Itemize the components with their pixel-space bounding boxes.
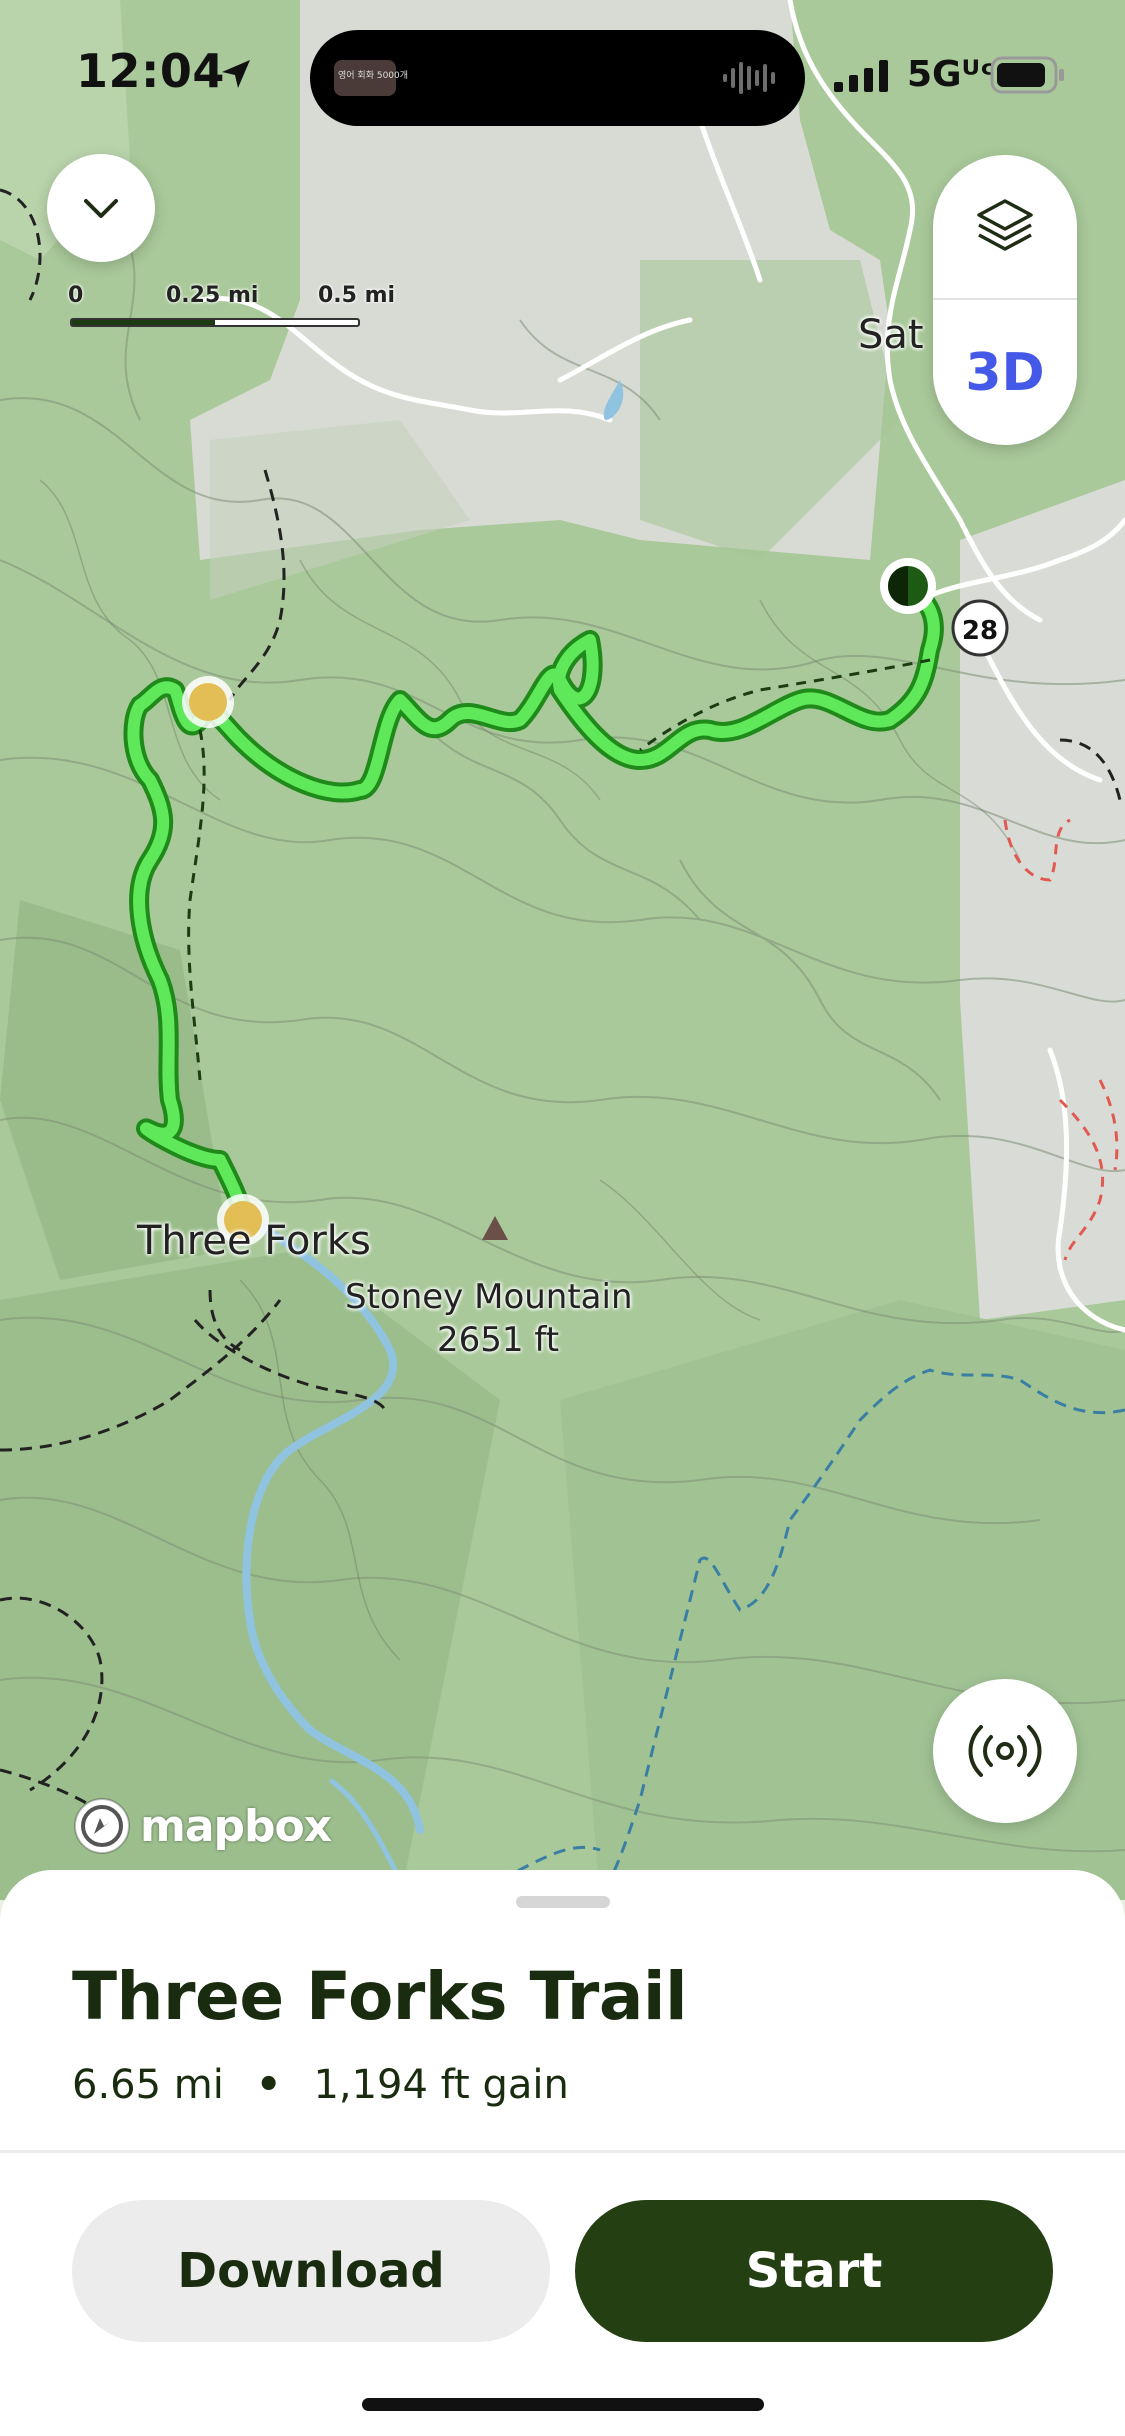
place-label-partial-town: Sat xyxy=(858,312,924,358)
map-layers-button[interactable] xyxy=(933,155,1077,298)
sheet-divider xyxy=(0,2150,1125,2153)
start-button[interactable]: Start xyxy=(575,2200,1053,2342)
audio-waveform-icon xyxy=(723,62,775,94)
location-tracking-button[interactable] xyxy=(933,1679,1077,1823)
location-arrow-icon xyxy=(222,60,250,88)
mapbox-wordmark: mapbox xyxy=(140,1800,332,1852)
network-type: 5Gᵁᶜ xyxy=(907,54,995,95)
route-shield-label: 28 xyxy=(962,616,998,646)
layers-icon xyxy=(977,198,1033,251)
scale-label: 0.25 mi xyxy=(166,283,259,308)
home-indicator[interactable] xyxy=(362,2398,764,2411)
trail-stats: 6.65 mi • 1,194 ft gain xyxy=(72,2062,569,2108)
chevron-down-icon xyxy=(84,199,118,218)
broadcast-location-icon xyxy=(968,1725,1042,1777)
scale-label: 0 xyxy=(68,283,84,308)
trail-elevation-gain: 1,194 ft gain xyxy=(313,2062,569,2108)
mapbox-logo-icon xyxy=(74,1798,130,1854)
collapse-map-button[interactable] xyxy=(47,154,155,262)
waypoint-marker[interactable] xyxy=(182,676,234,728)
place-label-three-forks: Three Forks xyxy=(137,1218,371,1264)
battery-icon xyxy=(990,56,1064,94)
status-time: 12:04 xyxy=(76,44,225,98)
sheet-grabber[interactable] xyxy=(516,1896,610,1908)
trail-distance: 6.65 mi xyxy=(72,2062,224,2108)
mapbox-logo[interactable]: mapbox xyxy=(72,1795,332,1857)
trail-bottom-sheet: Three Forks Trail 6.65 mi • 1,194 ft gain … xyxy=(0,1870,1125,2436)
map-controls-stack: 3D xyxy=(933,155,1077,445)
place-label-stoney-mountain: Stoney Mountain xyxy=(345,1277,633,1317)
now-playing-thumbnail: 영어 회화 5000개 xyxy=(334,60,408,96)
peak-elevation: 2651 ft xyxy=(437,1320,560,1360)
trail-title: Three Forks Trail xyxy=(72,1958,688,2035)
map-scale-bar: 0 0.25 mi 0.5 mi xyxy=(68,283,395,333)
dynamic-island[interactable]: 영어 회화 5000개 xyxy=(310,30,805,126)
scale-label: 0.5 mi xyxy=(318,283,396,308)
cellular-signal-icon xyxy=(834,60,888,92)
download-button[interactable]: Download xyxy=(72,2200,550,2342)
trailhead-start-marker[interactable] xyxy=(880,558,936,614)
toggle-3d-button[interactable]: 3D xyxy=(933,300,1077,445)
stats-separator: • xyxy=(255,2062,282,2108)
status-bar: 12:04 영어 회화 5000개 5Gᵁᶜ xyxy=(0,0,1125,150)
scale-bar-line xyxy=(70,318,360,327)
